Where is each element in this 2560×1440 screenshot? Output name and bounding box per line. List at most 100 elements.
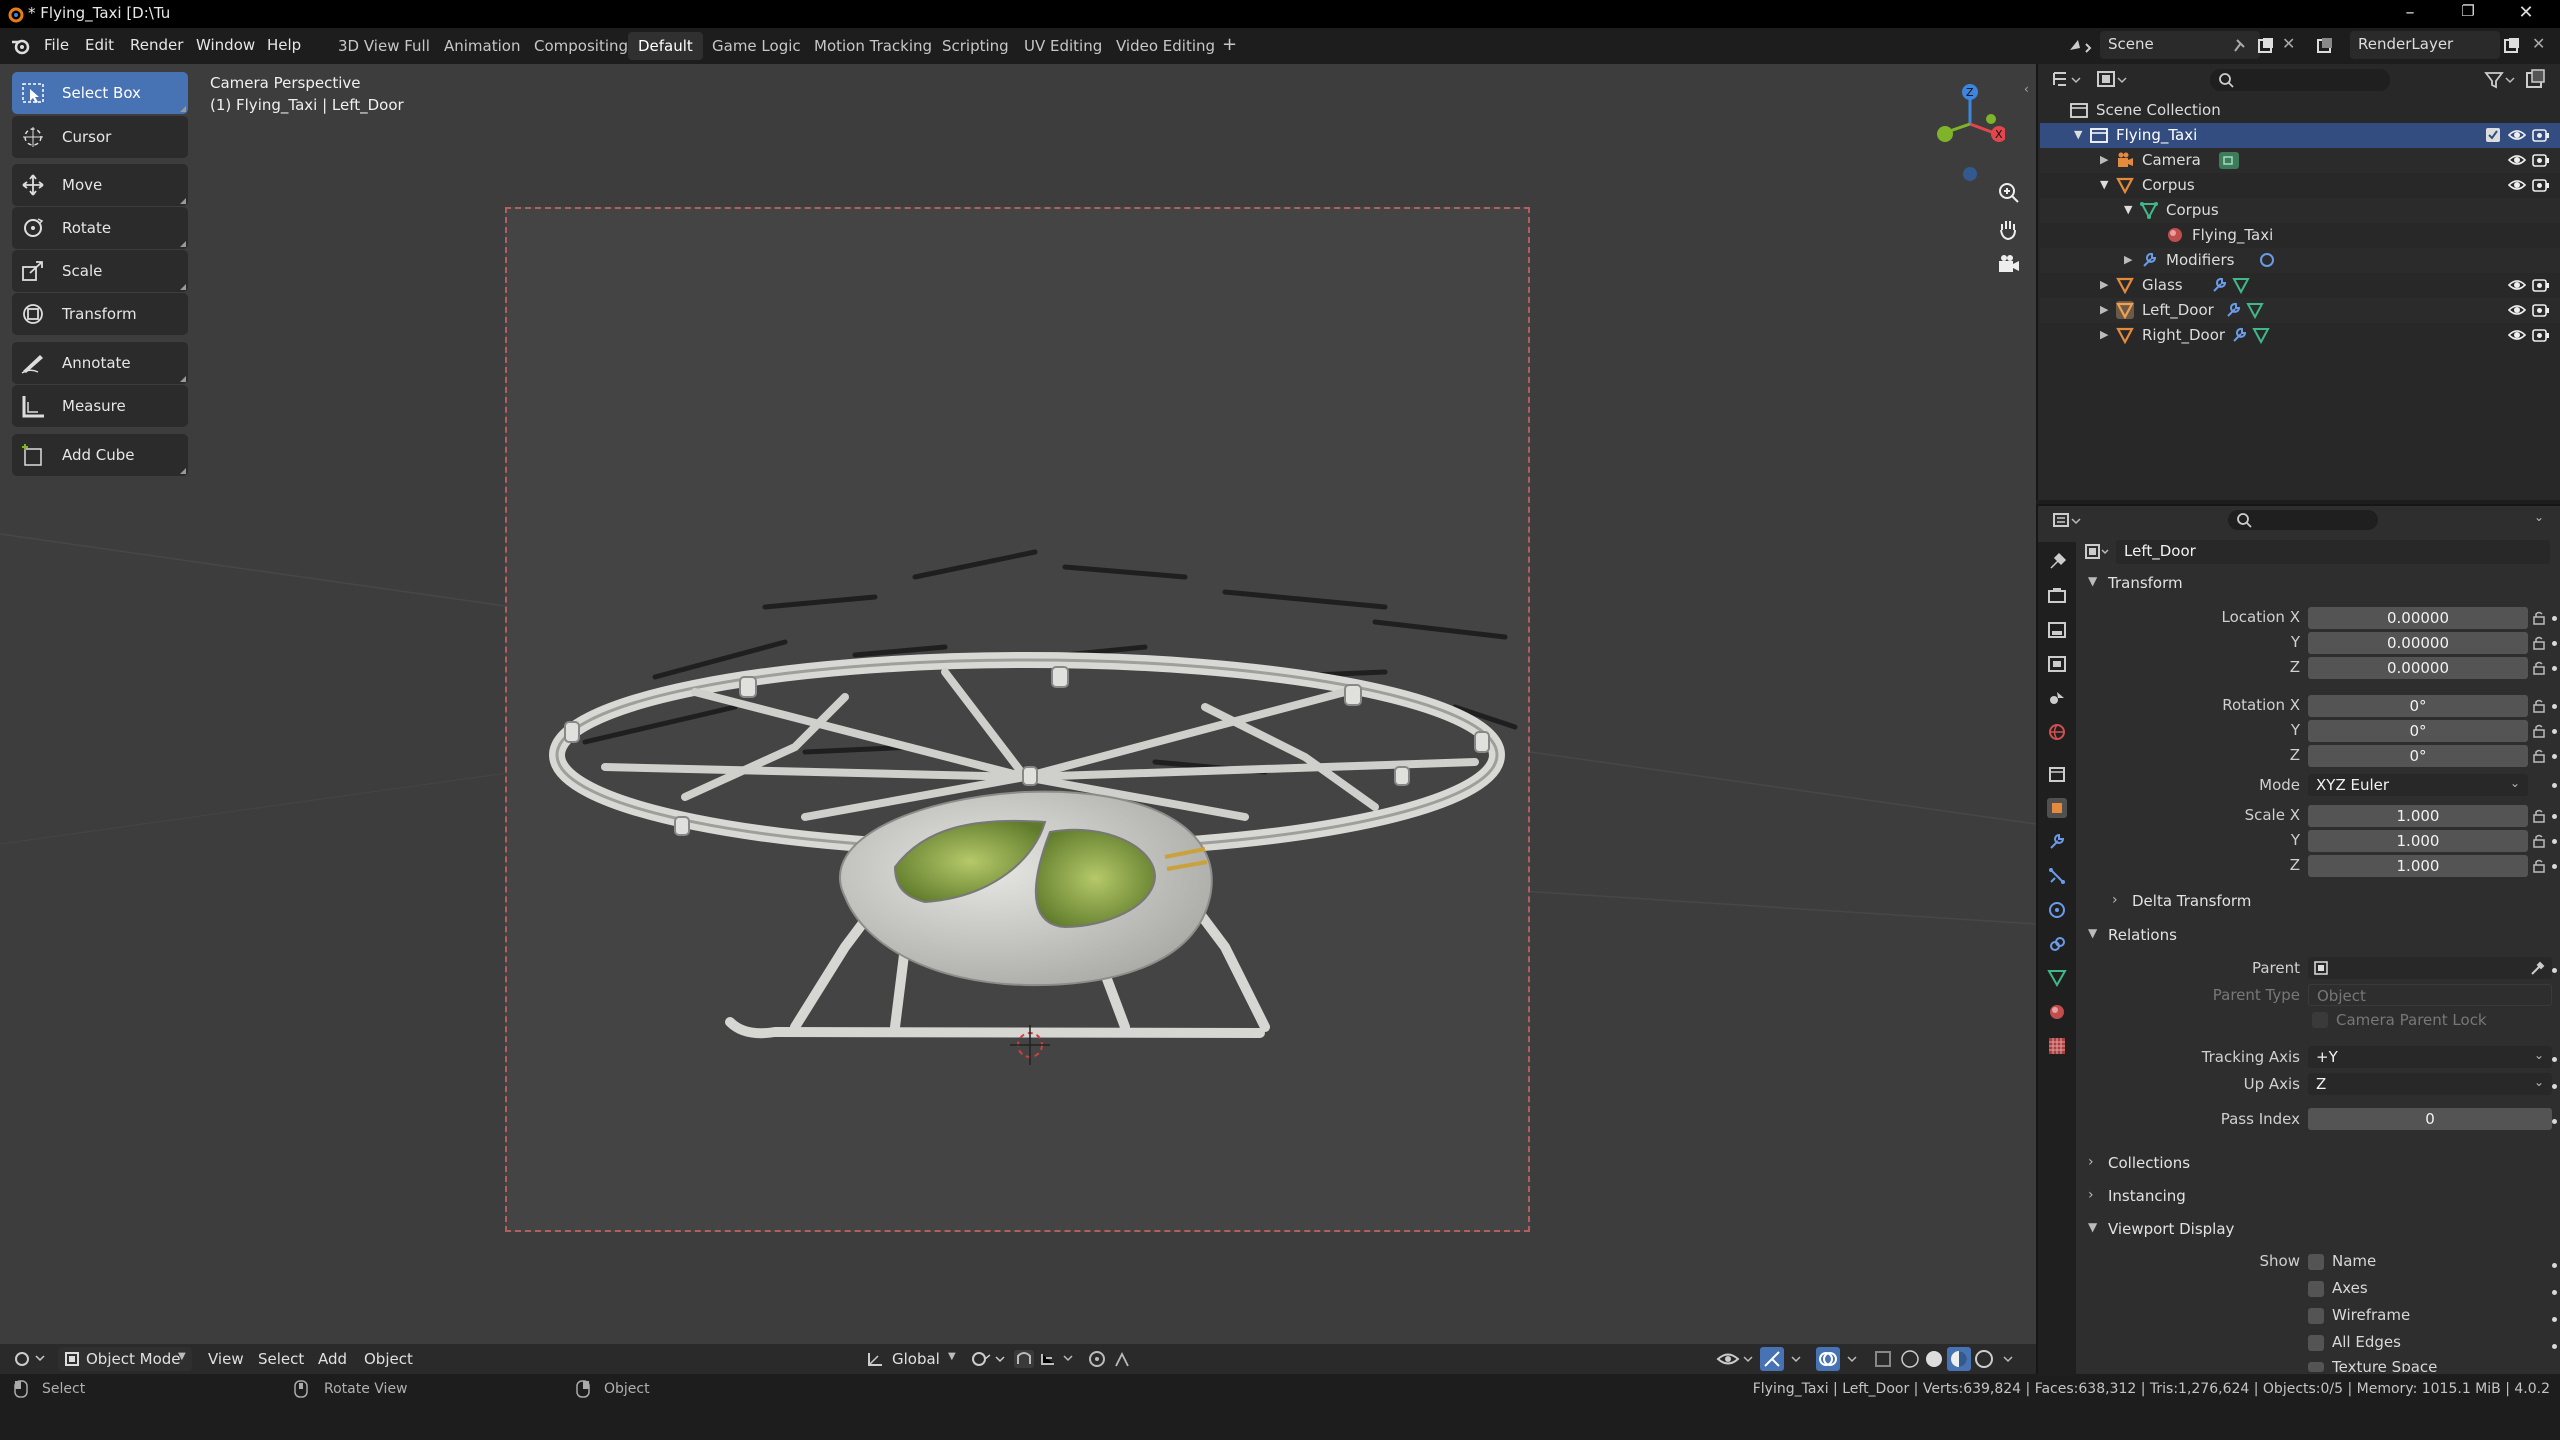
object-mode-dropdown[interactable]: Object Mode ▼ (58, 1347, 192, 1371)
rotation-y-field[interactable]: 0° (2308, 720, 2528, 742)
keyframe-dot[interactable] (2552, 704, 2557, 709)
rotation-mode-dropdown[interactable]: XYZ Euler ⌄ (2308, 774, 2528, 796)
collapse-arrow-icon[interactable]: ▼ (2124, 203, 2132, 216)
view-layer-tab-icon[interactable] (2047, 654, 2067, 674)
object-name-field[interactable]: Left_Door (2116, 540, 2550, 564)
modifier-tab-icon[interactable] (2047, 832, 2067, 852)
menu-window[interactable]: Window (196, 36, 255, 54)
display-mode-icon[interactable] (2096, 70, 2130, 90)
properties-editor[interactable]: ⌄ Left_Door ▼ Transform Location X Y Z 0.… (2036, 504, 2560, 1376)
chevron-down-icon[interactable]: ⌄ (2534, 510, 2544, 524)
lock-icon[interactable] (2532, 636, 2546, 650)
camera-render-icon[interactable] (2532, 151, 2550, 169)
tool-annotate[interactable]: Annotate (12, 342, 188, 384)
add-workspace-button[interactable]: + (1212, 32, 1247, 60)
render-tab-icon[interactable] (2047, 586, 2067, 606)
tab-compositing[interactable]: Compositing (524, 32, 638, 60)
keyframe-dot[interactable] (2552, 754, 2557, 759)
rotation-z-field[interactable]: 0° (2308, 745, 2528, 767)
tool-select-box[interactable]: Select Box (12, 72, 188, 114)
delete-scene-icon[interactable]: ✕ (2282, 34, 2295, 53)
output-tab-icon[interactable] (2047, 620, 2067, 640)
render-layer-icon[interactable] (2316, 36, 2346, 56)
blender-menu-icon[interactable] (10, 36, 32, 56)
menu-help[interactable]: Help (267, 36, 301, 54)
show-name-checkbox[interactable] (2308, 1254, 2324, 1270)
editor-type-icon[interactable] (14, 1350, 48, 1368)
outliner-row-right-door[interactable]: ▶ Right_Door (2040, 323, 2560, 348)
camera-render-icon[interactable] (2532, 126, 2550, 144)
minimize-button[interactable]: – (2388, 2, 2432, 26)
tab-video-editing[interactable]: Video Editing (1106, 32, 1225, 60)
menu-object[interactable]: Object (364, 1350, 413, 1368)
parent-field[interactable] (2308, 957, 2552, 979)
object-data-icon[interactable] (2084, 542, 2112, 562)
scale-x-field[interactable]: 1.000 (2308, 805, 2528, 827)
lock-icon[interactable] (2532, 699, 2546, 713)
delete-view-layer-icon[interactable]: ✕ (2532, 34, 2545, 53)
camera-render-icon[interactable] (2532, 176, 2550, 194)
tab-uv-editing[interactable]: UV Editing (1014, 32, 1112, 60)
menu-select[interactable]: Select (258, 1350, 304, 1368)
sidebar-toggle-icon[interactable]: ‹ (2024, 82, 2029, 96)
tool-add-cube[interactable]: Add Cube (12, 434, 188, 476)
keyframe-dot[interactable] (2552, 968, 2557, 973)
eye-icon[interactable] (2508, 126, 2526, 144)
xray-icon[interactable] (1872, 1348, 1896, 1370)
keyframe-dot[interactable] (2552, 814, 2557, 819)
view-layer-selector[interactable]: RenderLayer (2350, 31, 2500, 59)
pass-index-field[interactable]: 0 (2308, 1108, 2552, 1130)
location-z-field[interactable]: 0.00000 (2308, 657, 2528, 679)
eye-icon[interactable] (2508, 276, 2526, 294)
keyframe-dot[interactable] (2552, 1119, 2557, 1124)
transform-panel-header[interactable]: ▼ Transform (2080, 568, 2560, 598)
collections-panel-header[interactable]: › Collections (2080, 1148, 2560, 1178)
outliner-search-input[interactable] (2210, 69, 2390, 91)
keyframe-dot[interactable] (2552, 783, 2557, 788)
outliner-row-material[interactable]: Flying_Taxi (2040, 223, 2560, 248)
pivot-point-icon[interactable] (970, 1349, 1006, 1369)
collection-tab-icon[interactable] (2047, 764, 2067, 784)
lock-icon[interactable] (2532, 611, 2546, 625)
collapse-arrow-icon[interactable]: ▼ (2074, 128, 2082, 141)
filter-icon[interactable] (2484, 70, 2518, 90)
new-view-layer-icon[interactable] (2502, 36, 2522, 56)
menu-view[interactable]: View (208, 1350, 244, 1368)
collapse-arrow-icon[interactable]: ▼ (2100, 178, 2108, 191)
outliner-row-flying-taxi[interactable]: ▼ Flying_Taxi (2040, 123, 2560, 148)
keyframe-dot[interactable] (2552, 1057, 2557, 1062)
keyframe-dot[interactable] (2552, 864, 2557, 869)
tool-scale[interactable]: Scale (12, 250, 188, 292)
menu-add[interactable]: Add (318, 1350, 347, 1368)
outliner-row-modifiers[interactable]: ▶ Modifiers (2040, 248, 2560, 273)
properties-search-input[interactable] (2228, 510, 2378, 530)
properties-editor-icon[interactable] (2052, 510, 2082, 532)
restore-button[interactable]: ❐ (2446, 2, 2490, 26)
material-tab-icon[interactable] (2047, 1002, 2067, 1022)
tab-default[interactable]: Default (628, 32, 703, 60)
relations-panel-header[interactable]: ▼ Relations (2080, 920, 2560, 950)
expand-arrow-icon[interactable]: ▶ (2100, 303, 2108, 316)
outliner[interactable]: Scene Collection ▼ Flying_Taxi ▶ Camera … (2036, 64, 2560, 500)
new-collection-icon[interactable] (2524, 68, 2548, 92)
navigation-gizmo[interactable]: Z X (1925, 74, 2005, 184)
menu-render[interactable]: Render (130, 36, 183, 54)
expand-arrow-icon[interactable]: ▶ (2100, 153, 2108, 166)
outliner-editor-icon[interactable] (2052, 70, 2082, 90)
lock-icon[interactable] (2532, 809, 2546, 823)
menu-file[interactable]: File (44, 36, 69, 54)
particles-tab-icon[interactable] (2047, 866, 2067, 886)
rotation-x-field[interactable]: 0° (2308, 695, 2528, 717)
instancing-panel-header[interactable]: › Instancing (2080, 1181, 2560, 1211)
gizmo-toggle-icon[interactable] (1760, 1347, 1806, 1371)
expand-arrow-icon[interactable]: ▶ (2100, 328, 2108, 341)
lock-icon[interactable] (2532, 724, 2546, 738)
delta-transform-header[interactable]: › Delta Transform (2104, 886, 2560, 916)
expand-arrow-icon[interactable]: ▶ (2124, 253, 2132, 266)
overlays-icon[interactable] (1816, 1347, 1862, 1371)
tool-measure[interactable]: Measure (12, 385, 188, 427)
flying-taxi-model[interactable] (505, 207, 1530, 1232)
viewport-display-panel-header[interactable]: ▼ Viewport Display (2080, 1214, 2560, 1244)
show-texture-space-checkbox[interactable] (2308, 1362, 2324, 1372)
tab-animation[interactable]: Animation (434, 32, 530, 60)
